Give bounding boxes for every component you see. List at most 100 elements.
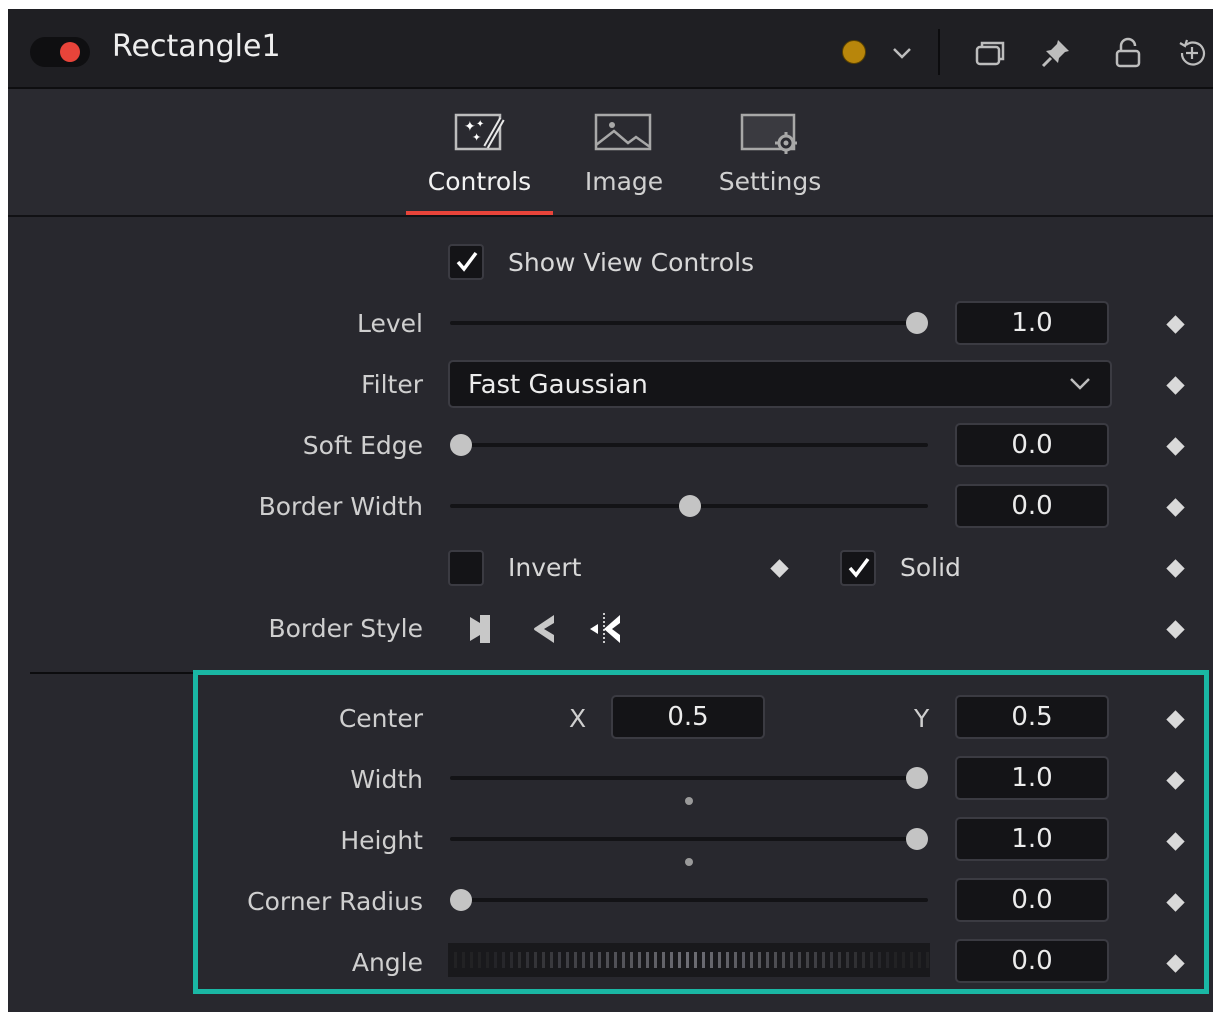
thumbwheel-tick [502,952,505,968]
soft-edge-keyframe-icon[interactable] [1166,437,1185,456]
center-y-field[interactable]: 0.5 [955,695,1109,739]
thumbwheel-tick [830,952,833,968]
thumbwheel-tick [686,952,689,968]
thumbwheel-tick [822,952,825,968]
thumbwheel-tick [462,952,465,968]
thumbwheel-tick [518,952,521,968]
width-label: Width [350,765,423,794]
level-value-field[interactable]: 1.0 [955,301,1109,345]
thumbwheel-tick [614,952,617,968]
magic-wand-icon: ✦ ✦ ✦ [454,113,505,151]
tab-image-label: Image [584,167,664,196]
solid-checkbox[interactable] [840,550,876,586]
width-default-marker [685,797,693,805]
width-slider-track[interactable] [450,776,928,780]
invert-label: Invert [508,553,582,582]
width-slider-knob[interactable] [906,767,928,789]
soft-edge-label: Soft Edge [302,431,423,460]
corner-radius-value-field[interactable]: 0.0 [955,878,1109,922]
reset-icon[interactable] [1174,35,1210,71]
settings-icon [740,113,797,154]
solid-label: Solid [900,553,961,582]
height-label: Height [340,826,423,855]
width-value-field[interactable]: 1.0 [955,756,1109,800]
node-color-dot[interactable] [842,40,866,64]
soft-edge-slider-knob[interactable] [450,434,472,456]
angle-value-field[interactable]: 0.0 [955,939,1109,983]
height-slider-knob[interactable] [906,828,928,850]
thumbwheel-tick [702,952,705,968]
thumbwheel-tick [894,952,897,968]
windows-icon[interactable] [972,35,1008,71]
header-separator [938,29,940,75]
height-slider-track[interactable] [450,837,928,841]
miter-join-icon[interactable] [588,611,624,647]
thumbwheel-tick [582,952,585,968]
thumbwheel-tick [718,952,721,968]
thumbwheel-tick [654,952,657,968]
inspector-panel: Rectangle1 ✦ ✦ ✦ Controls Image Settings… [8,9,1213,1012]
invert-keyframe-icon[interactable] [770,559,789,578]
invert-checkbox[interactable] [448,550,484,586]
node-enable-toggle[interactable] [30,37,90,67]
show-view-controls-label: Show View Controls [508,248,755,277]
tab-controls[interactable]: ✦ ✦ ✦ Controls [406,89,553,215]
thumbwheel-tick [630,952,633,968]
filter-label: Filter [361,370,423,399]
angle-thumbwheel[interactable] [448,943,930,977]
level-slider-track[interactable] [450,321,928,325]
center-x-label: X [569,704,587,733]
center-label: Center [338,704,423,733]
section-divider [30,672,198,674]
tab-controls-label: Controls [427,167,532,196]
level-slider-knob[interactable] [906,312,928,334]
border-width-slider-knob[interactable] [679,495,701,517]
thumbwheel-tick [638,952,641,968]
thumbwheel-tick [734,952,737,968]
soft-edge-value-field[interactable]: 0.0 [955,423,1109,467]
chevron-down-icon [1070,378,1090,390]
border-style-keyframe-icon[interactable] [1166,620,1185,639]
pin-icon[interactable] [1038,35,1074,71]
soft-edge-slider-track[interactable] [450,443,928,447]
tab-settings-label: Settings [718,167,822,196]
border-width-keyframe-icon[interactable] [1166,498,1185,517]
thumbwheel-tick [646,952,649,968]
thumbwheel-tick [590,952,593,968]
thumbwheel-tick [598,952,601,968]
thumbwheel-tick [902,952,905,968]
corner-radius-slider-track[interactable] [450,898,928,902]
thumbwheel-tick [846,952,849,968]
solid-keyframe-icon[interactable] [1166,559,1185,578]
thumbwheel-tick [678,952,681,968]
thumbwheel-tick [550,952,553,968]
corner-radius-slider-knob[interactable] [450,889,472,911]
filter-dropdown[interactable]: Fast Gaussian [448,360,1112,408]
thumbwheel-tick [710,952,713,968]
checkmark-icon [848,557,870,578]
tab-settings[interactable]: Settings [712,89,828,215]
thumbwheel-tick [766,952,769,968]
thumbwheel-tick [886,952,889,968]
show-view-controls-checkbox[interactable] [448,244,484,280]
thumbwheel-ticks [454,952,929,968]
height-value-field[interactable]: 1.0 [955,817,1109,861]
thumbwheel-tick [838,952,841,968]
thumbwheel-tick [454,952,457,968]
thumbwheel-tick [566,952,569,968]
bevel-join-icon[interactable] [466,611,494,647]
svg-text:✦: ✦ [476,119,484,130]
round-join-icon[interactable] [530,611,558,647]
lock-icon[interactable] [1110,35,1146,71]
level-keyframe-icon[interactable] [1166,315,1185,334]
filter-keyframe-icon[interactable] [1166,376,1185,395]
border-width-label: Border Width [258,492,423,521]
center-x-field[interactable]: 0.5 [611,695,765,739]
thumbwheel-tick [798,952,801,968]
thumbwheel-tick [918,952,921,968]
corner-radius-label: Corner Radius [247,887,423,916]
thumbwheel-tick [526,952,529,968]
chevron-down-icon[interactable] [884,35,920,71]
tab-image[interactable]: Image [574,89,674,215]
border-width-value-field[interactable]: 0.0 [955,484,1109,528]
